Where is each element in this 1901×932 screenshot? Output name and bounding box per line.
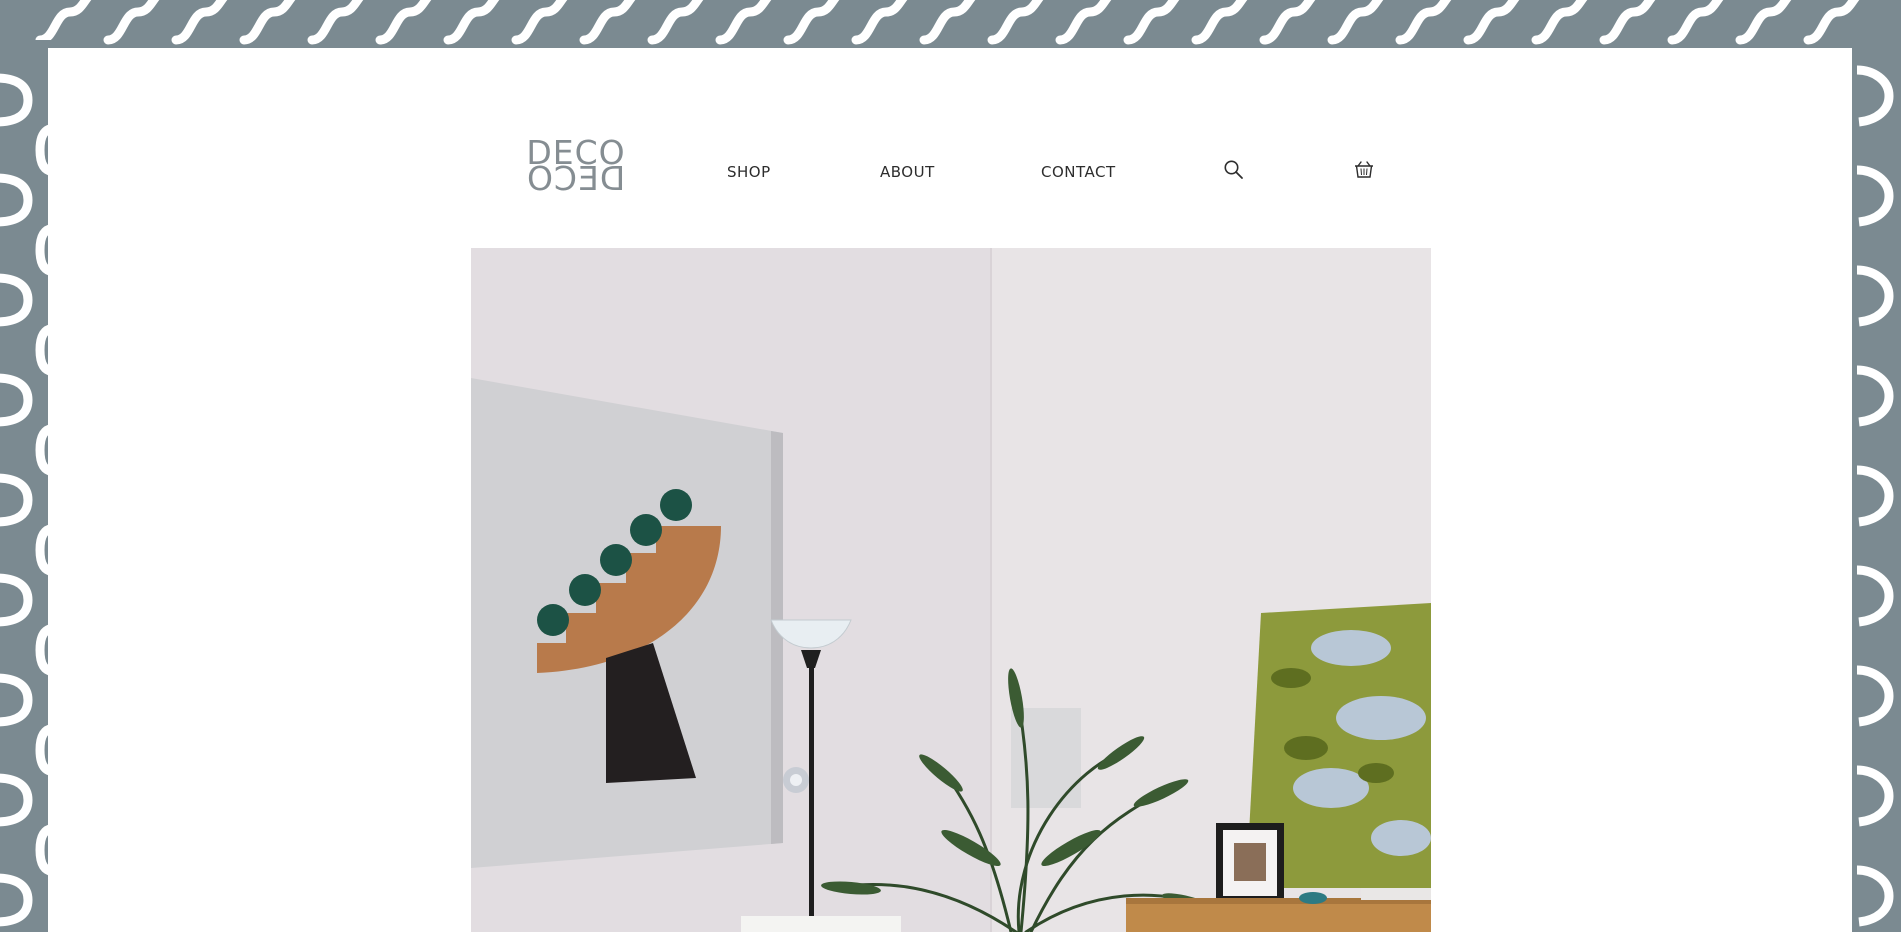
hero-image [471, 248, 1431, 932]
decorative-border-left [0, 40, 52, 932]
logo-bottom-text: DECO [526, 159, 626, 198]
site-header: DECO DECO SHOP ABOUT CONTACT [48, 48, 1852, 248]
nav-contact[interactable]: CONTACT [1041, 163, 1116, 181]
basket-icon[interactable] [1352, 158, 1376, 182]
nav-shop[interactable]: SHOP [727, 163, 771, 181]
search-icon[interactable] [1222, 158, 1246, 182]
logo[interactable]: DECO DECO [526, 136, 626, 198]
decorative-border-top [0, 0, 1901, 50]
nav-about[interactable]: ABOUT [880, 163, 935, 181]
page-container: DECO DECO SHOP ABOUT CONTACT [48, 48, 1852, 932]
decorative-border-right [1849, 40, 1901, 932]
